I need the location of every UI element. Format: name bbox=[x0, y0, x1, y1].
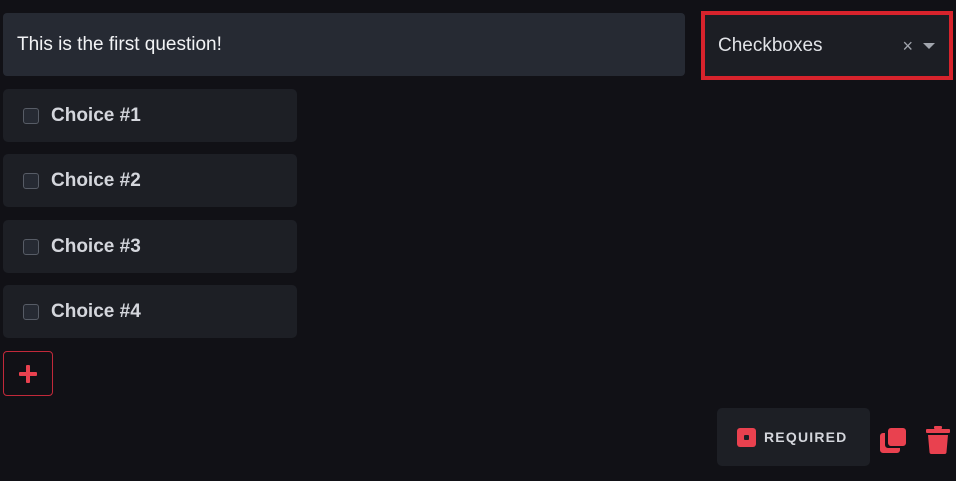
choice-label[interactable]: Choice #2 bbox=[51, 170, 141, 192]
checkbox[interactable] bbox=[23, 172, 39, 189]
clear-icon[interactable]: × bbox=[902, 37, 913, 55]
required-toggle[interactable]: REQUIRED bbox=[717, 408, 870, 466]
required-checkbox-icon bbox=[737, 427, 756, 447]
copy-icon bbox=[880, 428, 906, 453]
checkbox[interactable] bbox=[23, 238, 39, 255]
required-label: REQUIRED bbox=[764, 429, 848, 445]
choice-item[interactable]: Choice #1 bbox=[3, 89, 297, 142]
question-text-input[interactable]: This is the first question! bbox=[3, 13, 685, 76]
checkbox[interactable] bbox=[23, 303, 39, 320]
choice-label[interactable]: Choice #1 bbox=[51, 105, 141, 127]
choice-item[interactable]: Choice #4 bbox=[3, 285, 297, 338]
add-choice-button[interactable] bbox=[3, 351, 53, 396]
chevron-down-icon[interactable] bbox=[923, 42, 935, 49]
choice-label[interactable]: Choice #3 bbox=[51, 236, 141, 258]
choice-item[interactable]: Choice #2 bbox=[3, 154, 297, 207]
question-text: This is the first question! bbox=[17, 33, 222, 55]
plus-icon bbox=[19, 364, 37, 383]
choice-item[interactable]: Choice #3 bbox=[3, 220, 297, 273]
trash-icon bbox=[926, 426, 950, 454]
choice-label[interactable]: Choice #4 bbox=[51, 301, 141, 323]
question-type-value: Checkboxes bbox=[718, 34, 823, 56]
question-type-select[interactable]: Checkboxes × bbox=[701, 11, 953, 80]
duplicate-question-button[interactable] bbox=[876, 423, 910, 457]
delete-question-button[interactable] bbox=[922, 423, 954, 457]
checkbox[interactable] bbox=[23, 107, 39, 124]
